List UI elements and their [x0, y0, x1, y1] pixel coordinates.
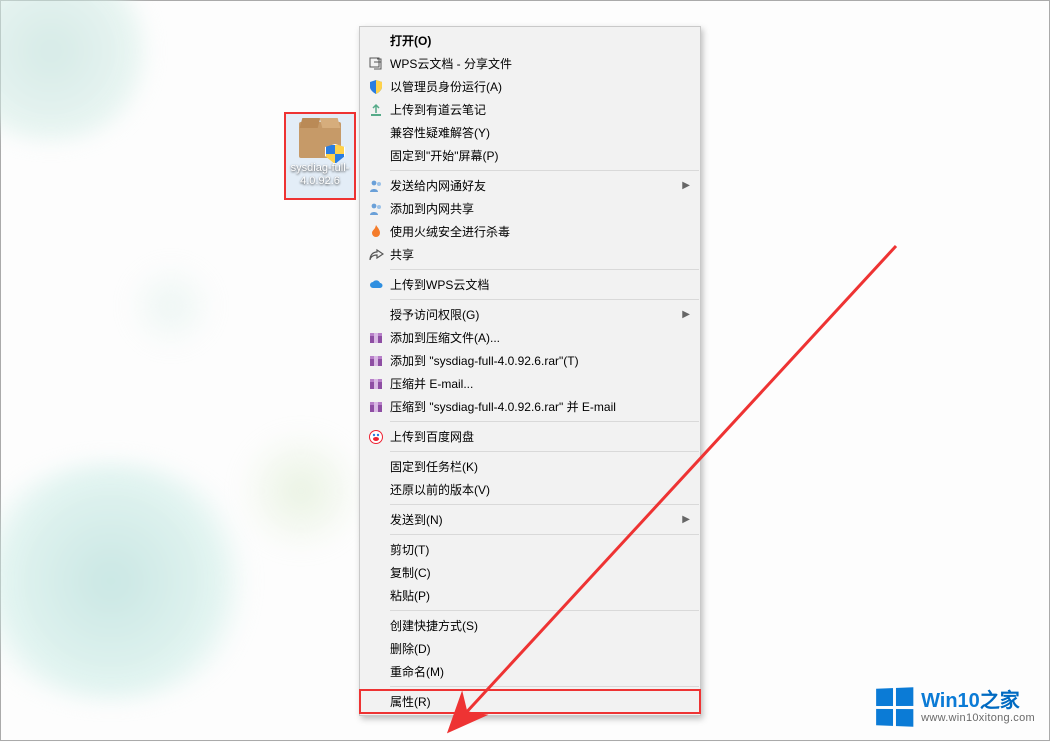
menu-item-paste[interactable]: 粘贴(P)	[360, 584, 700, 607]
baidu-icon	[366, 429, 386, 445]
menu-item-add-intranet[interactable]: 添加到内网共享	[360, 197, 700, 220]
menu-item-cut[interactable]: 剪切(T)	[360, 538, 700, 561]
menu-item-share[interactable]: 共享	[360, 243, 700, 266]
desktop-file-icon[interactable]: sysdiag-full- 4.0.92.6	[284, 112, 356, 200]
menu-separator	[390, 269, 699, 270]
menu-item-label: 使用火绒安全进行杀毒	[386, 223, 692, 240]
menu-item-compress-named-email[interactable]: 压缩到 "sysdiag-full-4.0.92.6.rar" 并 E-mail	[360, 395, 700, 418]
menu-item-label: 发送给内网通好友	[386, 177, 682, 194]
menu-item-compat[interactable]: 兼容性疑难解答(Y)	[360, 121, 700, 144]
archive-icon	[366, 399, 386, 415]
menu-item-label: 剪切(T)	[386, 541, 692, 558]
menu-item-label: 重命名(M)	[386, 663, 692, 680]
menu-item-label: 兼容性疑难解答(Y)	[386, 124, 692, 141]
menu-item-label: 创建快捷方式(S)	[386, 617, 692, 634]
menu-item-label: 发送到(N)	[386, 511, 682, 528]
people-icon	[366, 201, 386, 217]
menu-separator	[390, 534, 699, 535]
menu-item-add-archive-named[interactable]: 添加到 "sysdiag-full-4.0.92.6.rar"(T)	[360, 349, 700, 372]
share-icon	[366, 56, 386, 72]
watermark-url: www.win10xitong.com	[921, 712, 1035, 724]
package-icon	[299, 118, 341, 160]
menu-item-send-to[interactable]: 发送到(N)▶	[360, 508, 700, 531]
menu-separator	[390, 610, 699, 611]
decorative-blob	[231, 431, 371, 551]
menu-item-open[interactable]: 打开(O)	[360, 29, 700, 52]
shield-icon	[366, 79, 386, 95]
share-arrow-icon	[366, 247, 386, 263]
menu-item-upload-wps[interactable]: 上传到WPS云文档	[360, 273, 700, 296]
menu-separator	[390, 299, 699, 300]
menu-item-wps-share[interactable]: WPS云文档 - 分享文件	[360, 52, 700, 75]
watermark-suffix: 之家	[980, 690, 1020, 712]
menu-item-label: 授予访问权限(G)	[386, 306, 682, 323]
menu-item-label: 复制(C)	[386, 564, 692, 581]
menu-separator	[390, 686, 699, 687]
file-label-line2: 4.0.92.6	[286, 175, 354, 188]
menu-item-upload-baidu[interactable]: 上传到百度网盘	[360, 425, 700, 448]
menu-item-label: 固定到任务栏(K)	[386, 458, 692, 475]
menu-item-restore-prev[interactable]: 还原以前的版本(V)	[360, 478, 700, 501]
watermark: Win10之家 www.win10xitong.com	[875, 688, 1035, 726]
menu-item-run-admin[interactable]: 以管理员身份运行(A)	[360, 75, 700, 98]
decorative-blob	[121, 261, 221, 351]
flame-icon	[366, 224, 386, 240]
menu-item-label: 还原以前的版本(V)	[386, 481, 692, 498]
menu-item-label: 压缩到 "sysdiag-full-4.0.92.6.rar" 并 E-mail	[386, 398, 692, 415]
archive-icon	[366, 330, 386, 346]
menu-separator	[390, 421, 699, 422]
menu-item-label: WPS云文档 - 分享文件	[386, 55, 692, 72]
menu-item-label: 粘贴(P)	[386, 587, 692, 604]
menu-separator	[390, 504, 699, 505]
watermark-brand: Win10	[921, 690, 980, 712]
menu-item-label: 添加到 "sysdiag-full-4.0.92.6.rar"(T)	[386, 352, 692, 369]
upload-icon	[366, 102, 386, 118]
decorative-blob	[0, 461, 261, 701]
chevron-right-icon: ▶	[682, 309, 692, 320]
menu-item-create-shortcut[interactable]: 创建快捷方式(S)	[360, 614, 700, 637]
menu-item-compress-email[interactable]: 压缩并 E-mail...	[360, 372, 700, 395]
menu-item-add-archive[interactable]: 添加到压缩文件(A)...	[360, 326, 700, 349]
menu-item-delete[interactable]: 删除(D)	[360, 637, 700, 660]
archive-icon	[366, 376, 386, 392]
chevron-right-icon: ▶	[682, 180, 692, 191]
menu-item-label: 属性(R)	[386, 693, 692, 710]
menu-item-grant-access[interactable]: 授予访问权限(G)▶	[360, 303, 700, 326]
menu-separator	[390, 170, 699, 171]
menu-item-send-intranet[interactable]: 发送给内网通好友▶	[360, 174, 700, 197]
menu-item-label: 以管理员身份运行(A)	[386, 78, 692, 95]
windows-logo-icon	[876, 687, 913, 727]
decorative-blob	[0, 0, 161, 141]
menu-item-label: 删除(D)	[386, 640, 692, 657]
menu-item-label: 添加到内网共享	[386, 200, 692, 217]
menu-item-pin-start[interactable]: 固定到"开始"屏幕(P)	[360, 144, 700, 167]
menu-item-upload-youdao[interactable]: 上传到有道云笔记	[360, 98, 700, 121]
context-menu: 打开(O) WPS云文档 - 分享文件以管理员身份运行(A) 上传到有道云笔记兼容性…	[359, 26, 701, 716]
menu-item-label: 上传到有道云笔记	[386, 101, 692, 118]
menu-item-pin-taskbar[interactable]: 固定到任务栏(K)	[360, 455, 700, 478]
menu-item-label: 上传到百度网盘	[386, 428, 692, 445]
menu-item-rename[interactable]: 重命名(M)	[360, 660, 700, 683]
menu-separator	[390, 451, 699, 452]
menu-item-huorong[interactable]: 使用火绒安全进行杀毒	[360, 220, 700, 243]
cloud-icon	[366, 277, 386, 293]
menu-item-label: 打开(O)	[386, 32, 692, 49]
uac-shield-icon	[325, 144, 345, 164]
menu-item-label: 压缩并 E-mail...	[386, 375, 692, 392]
menu-item-label: 上传到WPS云文档	[386, 276, 692, 293]
menu-item-label: 固定到"开始"屏幕(P)	[386, 147, 692, 164]
people-icon	[366, 178, 386, 194]
chevron-right-icon: ▶	[682, 514, 692, 525]
menu-item-label: 共享	[386, 246, 692, 263]
file-label-line1: sysdiag-full-	[286, 162, 354, 175]
menu-item-properties[interactable]: 属性(R)	[360, 690, 700, 713]
menu-item-copy[interactable]: 复制(C)	[360, 561, 700, 584]
archive-icon	[366, 353, 386, 369]
menu-item-label: 添加到压缩文件(A)...	[386, 329, 692, 346]
